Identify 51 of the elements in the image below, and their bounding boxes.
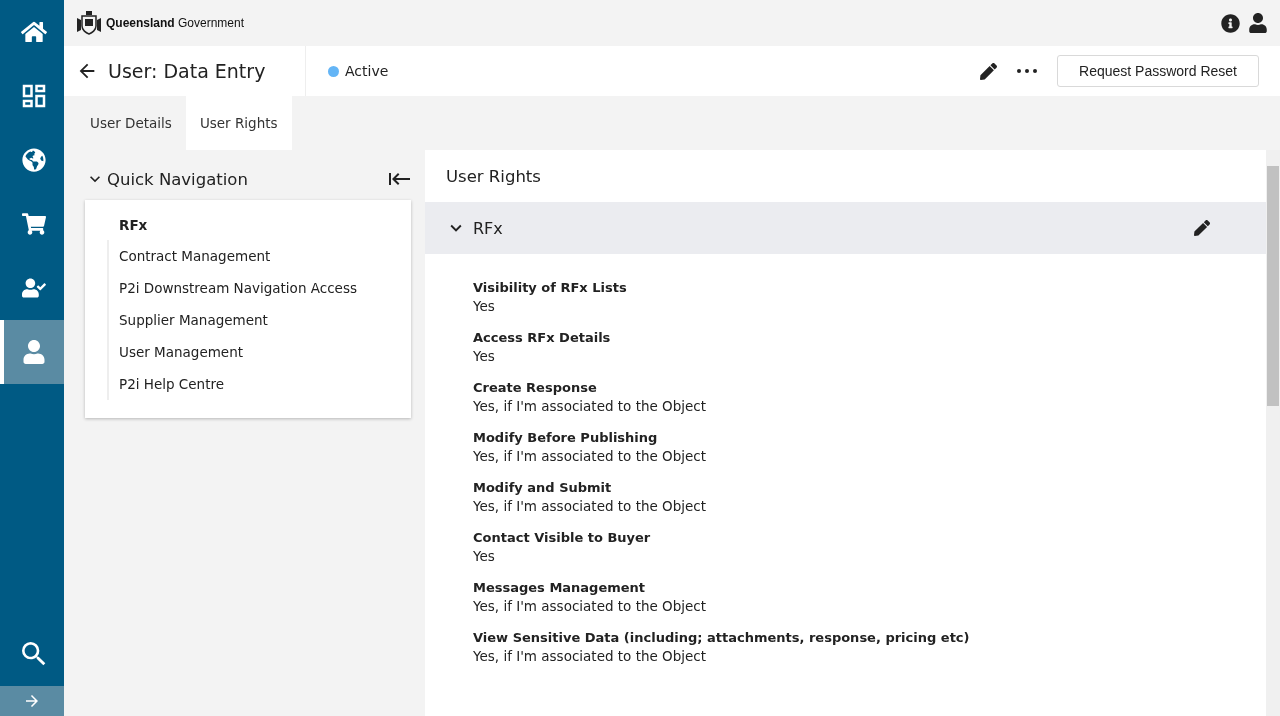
field-value: Yes, if I'm associated to the Object [473,448,708,464]
user-icon [1248,13,1268,33]
field-value: Yes [473,348,496,364]
reset-password-button[interactable]: Request Password Reset [1057,55,1259,87]
nav-link[interactable]: User Management [119,336,401,368]
edit-button[interactable] [980,62,998,80]
section-title: RFx [473,218,503,238]
field-label: Contact Visible to Buyer [473,530,652,545]
user-check-icon [22,276,46,300]
field-label: Messages Management [473,580,647,595]
edit-button[interactable] [1194,220,1210,236]
crest-icon [76,10,102,36]
page-title: User: Data Entry [108,60,266,82]
arrow-icon [23,692,41,710]
rail-button[interactable] [0,320,64,384]
info-icon [1221,13,1240,33]
scroll-thumb[interactable] [1267,166,1279,406]
pencil-icon [980,62,998,80]
field-label: Modify and Submit [473,480,613,495]
nav-link[interactable]: Contract Management [119,240,401,272]
field-label: Visibility of RFx Lists [473,280,628,295]
more-button[interactable] [1017,69,1038,73]
field-value: Yes, if I'm associated to the Object [473,398,708,414]
nav-link[interactable]: P2i Help Centre [119,368,401,400]
home-icon [21,19,47,45]
user-icon [22,340,46,364]
panel-title: User Rights [445,165,542,188]
field-label: Create Response [473,380,598,395]
cart-icon [22,212,46,236]
field-value: Yes, if I'm associated to the Object [473,598,708,614]
field-label: Access RFx Details [473,330,612,345]
quick-navigation-title: Quick Navigation [107,169,248,189]
nav-link[interactable]: RFx [119,214,401,236]
info-button[interactable] [1221,13,1240,33]
field-value: Yes [473,548,496,564]
field-label: View Sensitive Data (including; attachments, response, pricing etc) [473,630,971,645]
globe-icon [22,148,46,172]
field-value: Yes [473,298,496,314]
status-dot [328,65,339,77]
logo-text: Queensland Government [106,16,245,30]
nav-link[interactable]: P2i Downstream Navigation Access [119,272,401,304]
status-text: Active [345,63,389,79]
nav-link[interactable]: Supplier Management [119,304,401,336]
pencil-icon [1194,220,1210,236]
field-label: Modify Before Publishing [473,430,659,445]
more-icon [1017,69,1038,73]
field-value: Yes, if I'm associated to the Object [473,648,708,664]
tab[interactable]: User Rights [185,96,292,150]
tab[interactable]: User Details [76,96,186,150]
field-value: Yes, if I'm associated to the Object [473,498,708,514]
profile-button[interactable] [1248,13,1268,33]
